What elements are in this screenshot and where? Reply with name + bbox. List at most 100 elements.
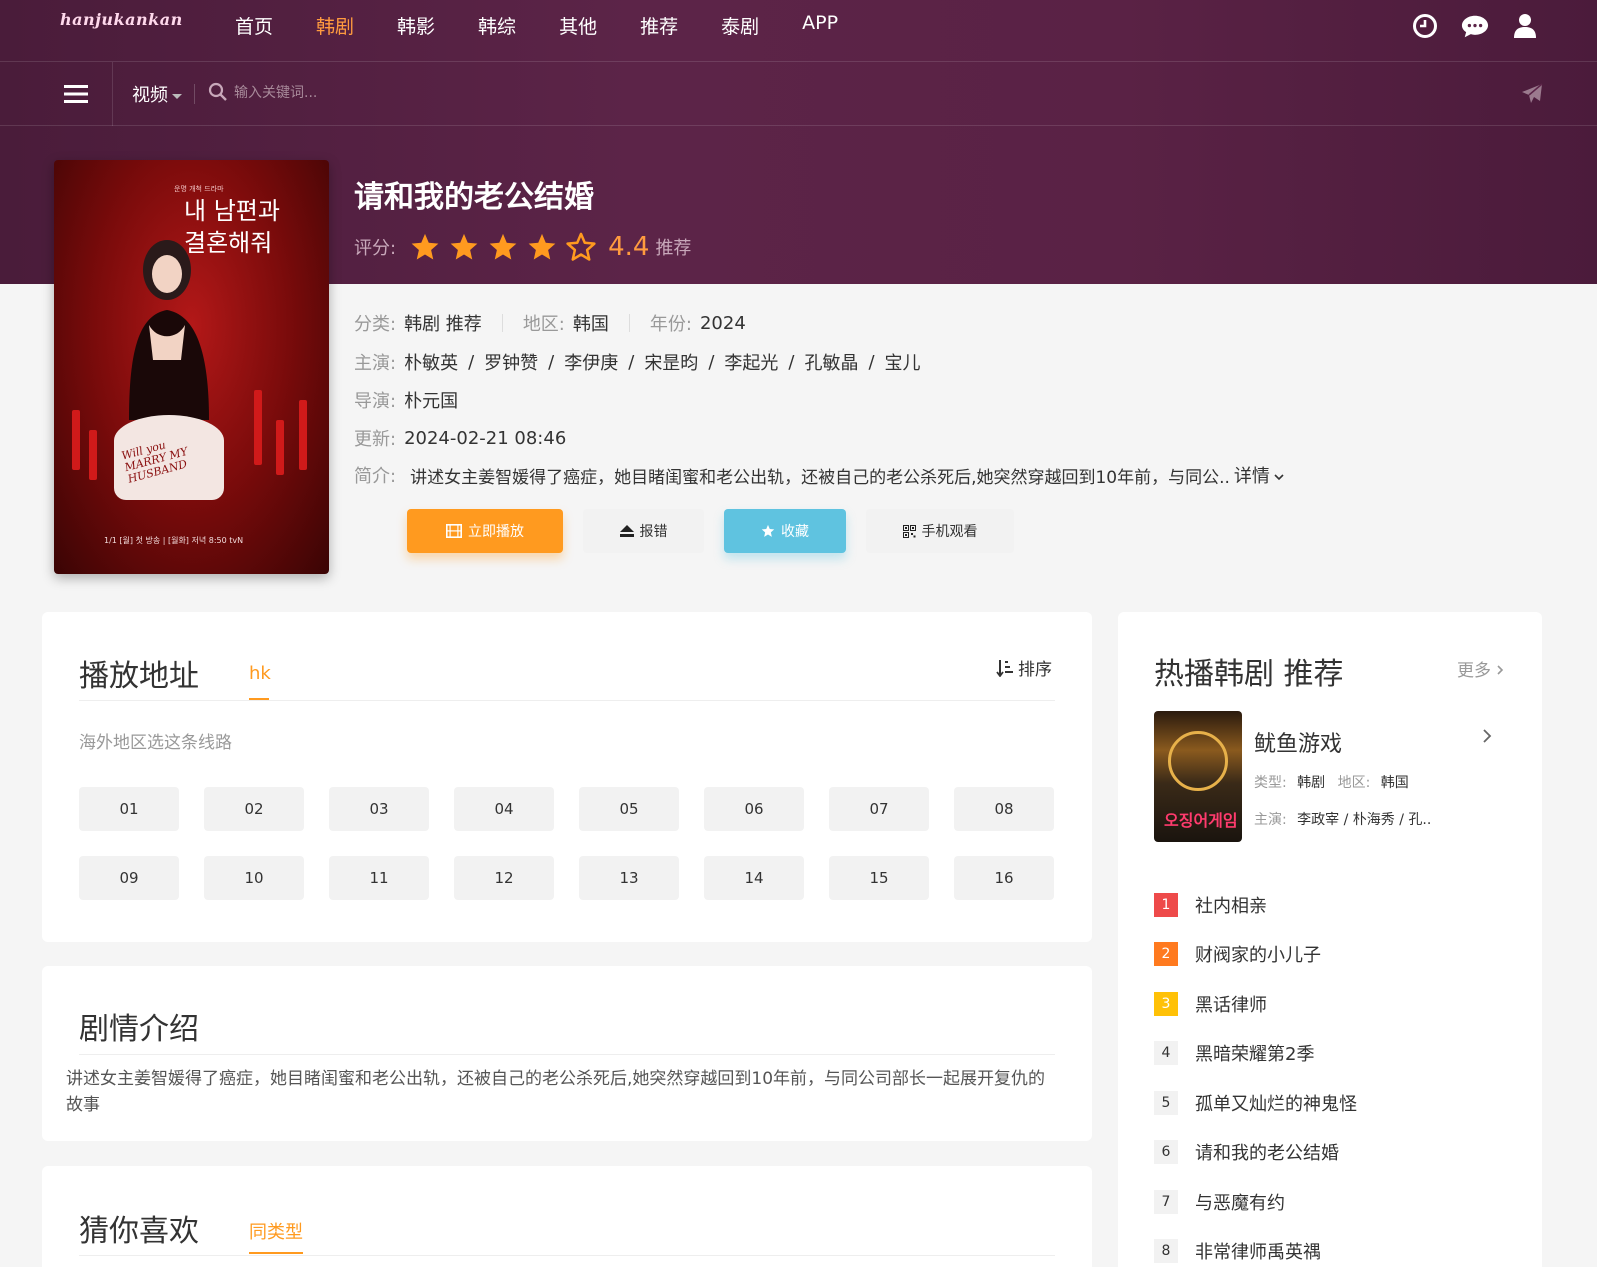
rank-item[interactable]: 5 孤单又灿烂的神鬼怪	[1154, 1078, 1514, 1128]
episode-button[interactable]: 05	[579, 787, 679, 831]
cast-link[interactable]: 罗钟赞	[484, 349, 538, 375]
mobile-watch-button[interactable]: 手机观看	[866, 509, 1014, 553]
featured-thumbnail[interactable]: 오징어게임	[1154, 711, 1242, 842]
rank-item[interactable]: 1 社内相亲	[1154, 880, 1514, 930]
message-icon[interactable]	[1461, 12, 1489, 40]
menu-icon[interactable]	[58, 76, 94, 112]
rank-item[interactable]: 6 请和我的老公结婚	[1154, 1128, 1514, 1178]
eject-icon	[619, 525, 634, 537]
star-icon	[761, 524, 775, 537]
region-label: 地区:	[522, 314, 565, 335]
more-link[interactable]: 更多	[1457, 656, 1505, 681]
rank-item[interactable]: 4 黑暗荣耀第2季	[1154, 1029, 1514, 1079]
nav-link[interactable]: 韩综	[478, 12, 516, 39]
year-label: 年份:	[649, 314, 692, 335]
episode-button[interactable]: 12	[454, 856, 554, 900]
sort-button[interactable]: 排序	[996, 655, 1052, 680]
poster-image[interactable]: 운명 개척 드라마 내 남편과 결혼해줘 Will you MARRY MY H…	[54, 160, 329, 574]
cast-link[interactable]: 李伊庚	[564, 349, 618, 375]
report-button[interactable]: 报错	[583, 509, 704, 553]
nav-link[interactable]: 泰剧	[721, 12, 759, 39]
cast-separator: /	[708, 351, 715, 373]
episode-button[interactable]: 16	[954, 856, 1054, 900]
tab-underline	[249, 1252, 303, 1254]
guess-card	[42, 1166, 1092, 1267]
cast-link[interactable]: 李起光	[724, 349, 778, 375]
cast-link[interactable]: 孔敏晶	[804, 349, 858, 375]
star-filled-icon	[489, 233, 517, 260]
rating: 评分: 4.4 推荐	[354, 232, 691, 262]
episode-button[interactable]: 08	[954, 787, 1054, 831]
tab-same-type[interactable]: 同类型	[249, 1218, 303, 1244]
chevron-right-icon[interactable]	[1480, 726, 1494, 746]
star-empty-icon	[566, 232, 596, 261]
send-icon[interactable]	[1520, 82, 1544, 106]
rank-number: 4	[1154, 1041, 1178, 1066]
search-icon	[208, 82, 227, 101]
channel-select[interactable]: 视频	[132, 81, 182, 107]
cast-label: 主演:	[1254, 812, 1287, 828]
featured-title[interactable]: 鱿鱼游戏	[1254, 726, 1342, 758]
poster-title-line: 내 남편과	[184, 197, 280, 225]
episode-button[interactable]: 09	[79, 856, 179, 900]
episode-button[interactable]: 01	[79, 787, 179, 831]
chevron-down-icon	[172, 93, 182, 99]
rank-title: 非常律师禹英禑	[1195, 1242, 1321, 1264]
thumb-ring	[1168, 731, 1228, 791]
rank-title: 黑暗荣耀第2季	[1195, 1044, 1315, 1066]
episode-button[interactable]: 10	[204, 856, 304, 900]
main-nav: 首页 韩剧 韩影 韩综 其他 推荐 泰剧 APP	[235, 12, 881, 39]
nav-link[interactable]: 韩影	[397, 12, 435, 39]
channel-label: 视频	[132, 85, 168, 106]
episode-button[interactable]: 07	[829, 787, 929, 831]
divider	[501, 314, 503, 332]
cast-separator: /	[468, 351, 475, 373]
tab-hk[interactable]: hk	[249, 663, 271, 684]
episode-button[interactable]: 14	[704, 856, 804, 900]
episode-button[interactable]: 03	[329, 787, 429, 831]
meta-row-update: 更新: 2024-02-21 08:46	[354, 425, 566, 451]
director-link[interactable]: 朴元国	[404, 387, 458, 413]
cast-separator: /	[548, 351, 555, 373]
cast-link[interactable]: 宋昰昀	[644, 349, 698, 375]
sort-label: 排序	[1018, 660, 1052, 680]
chevron-down-icon	[1274, 474, 1284, 481]
star-filled-icon	[411, 233, 439, 260]
nav-link[interactable]: 其他	[559, 12, 597, 39]
rating-stars[interactable]	[410, 232, 596, 262]
film-icon	[446, 524, 462, 538]
episode-button[interactable]: 06	[704, 787, 804, 831]
sort-icon	[996, 659, 1013, 677]
site-logo[interactable]: hanjukankan	[60, 10, 183, 29]
rank-item[interactable]: 2 财阀家的小儿子	[1154, 930, 1514, 980]
rank-item[interactable]: 8 非常律师禹英禑	[1154, 1227, 1514, 1267]
episode-button[interactable]: 15	[829, 856, 929, 900]
play-button[interactable]: 立即播放	[407, 509, 563, 553]
star-filled-icon	[528, 233, 556, 260]
intro-more-toggle[interactable]: 详情	[1234, 462, 1285, 488]
history-icon[interactable]	[1411, 12, 1439, 40]
episode-button[interactable]: 13	[579, 856, 679, 900]
user-icon[interactable]	[1511, 12, 1539, 40]
region-link[interactable]: 韩国	[573, 310, 609, 336]
region-label: 地区:	[1337, 775, 1371, 791]
type-value: 韩剧	[1297, 775, 1326, 791]
search-input[interactable]	[234, 78, 1434, 108]
episode-button[interactable]: 11	[329, 856, 429, 900]
episode-button[interactable]: 02	[204, 787, 304, 831]
nav-link[interactable]: 首页	[235, 12, 273, 39]
episode-button[interactable]: 04	[454, 787, 554, 831]
cast-link[interactable]: 宝儿	[885, 349, 921, 375]
nav-link[interactable]: 推荐	[640, 12, 678, 39]
rank-title: 财阀家的小儿子	[1195, 945, 1321, 967]
intro-text: 讲述女主姜智媛得了癌症，她目睹闺蜜和老公出轨，还被自己的老公杀死后,她突然穿越回…	[410, 467, 1230, 488]
nav-link[interactable]: 韩剧	[316, 12, 354, 39]
favorite-button[interactable]: 收藏	[724, 509, 846, 553]
cast-separator: /	[628, 351, 635, 373]
rank-item[interactable]: 7 与恶魔有约	[1154, 1177, 1514, 1227]
category-link[interactable]: 韩剧 推荐	[404, 310, 482, 336]
cast-link[interactable]: 朴敏英	[404, 349, 458, 375]
rank-item[interactable]: 3 黑话律师	[1154, 979, 1514, 1029]
year-link[interactable]: 2024	[700, 313, 746, 334]
nav-link[interactable]: APP	[802, 12, 838, 39]
